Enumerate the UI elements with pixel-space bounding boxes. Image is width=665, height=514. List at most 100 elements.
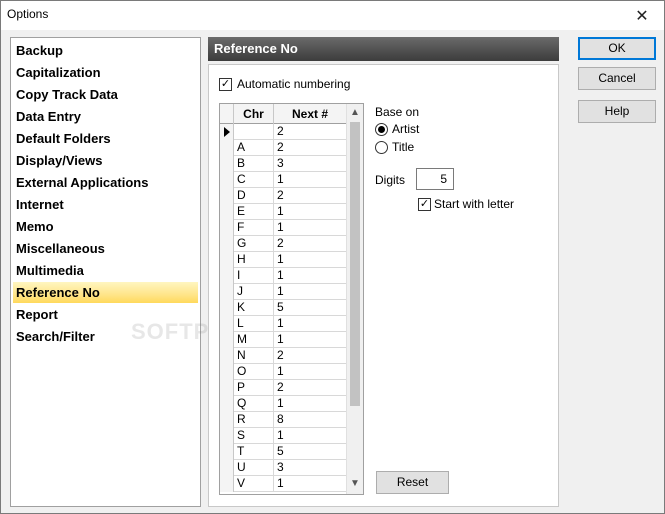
cell-chr[interactable]: L <box>234 316 274 332</box>
row-indicator[interactable] <box>220 380 234 396</box>
scroll-down-icon[interactable]: ▼ <box>347 476 363 492</box>
scroll-thumb[interactable] <box>350 122 360 406</box>
table-row[interactable]: B3 <box>220 156 347 172</box>
cell-next[interactable]: 2 <box>274 140 347 156</box>
cell-next[interactable]: 1 <box>274 428 347 444</box>
table-row[interactable]: D2 <box>220 188 347 204</box>
radio-title[interactable] <box>375 141 388 154</box>
cell-chr[interactable]: T <box>234 444 274 460</box>
category-item[interactable]: Backup <box>13 40 198 61</box>
cell-chr[interactable]: D <box>234 188 274 204</box>
help-button[interactable]: Help <box>578 100 656 123</box>
cell-chr[interactable]: M <box>234 332 274 348</box>
ok-button[interactable]: OK <box>578 37 656 60</box>
cell-chr[interactable]: S <box>234 428 274 444</box>
cell-chr[interactable]: N <box>234 348 274 364</box>
cell-next[interactable]: 3 <box>274 156 347 172</box>
row-indicator[interactable] <box>220 348 234 364</box>
table-row[interactable]: E1 <box>220 204 347 220</box>
table-row[interactable]: G2 <box>220 236 347 252</box>
row-indicator[interactable] <box>220 476 234 492</box>
auto-numbering-checkbox[interactable]: ✓ <box>219 78 232 91</box>
row-indicator[interactable] <box>220 396 234 412</box>
cell-next[interactable]: 1 <box>274 220 347 236</box>
row-indicator[interactable] <box>220 156 234 172</box>
category-item[interactable]: Capitalization <box>13 62 198 83</box>
grid-header-chr[interactable]: Chr <box>234 104 274 124</box>
auto-numbering-label[interactable]: Automatic numbering <box>237 77 350 91</box>
cell-next[interactable]: 1 <box>274 476 347 492</box>
table-row[interactable]: L1 <box>220 316 347 332</box>
cell-chr[interactable]: R <box>234 412 274 428</box>
cell-chr[interactable]: F <box>234 220 274 236</box>
cell-next[interactable]: 1 <box>274 284 347 300</box>
cell-next[interactable]: 1 <box>274 204 347 220</box>
radio-artist-label[interactable]: Artist <box>392 122 419 136</box>
table-row[interactable]: V1 <box>220 476 347 492</box>
reset-button[interactable]: Reset <box>376 471 449 494</box>
table-row[interactable]: N2 <box>220 348 347 364</box>
row-indicator[interactable] <box>220 220 234 236</box>
table-row[interactable]: O1 <box>220 364 347 380</box>
cell-next[interactable]: 1 <box>274 172 347 188</box>
cell-chr[interactable]: J <box>234 284 274 300</box>
category-item[interactable]: Display/Views <box>13 150 198 171</box>
cancel-button[interactable]: Cancel <box>578 67 656 90</box>
category-item[interactable]: Internet <box>13 194 198 215</box>
cell-next[interactable]: 5 <box>274 444 347 460</box>
cell-chr[interactable]: V <box>234 476 274 492</box>
cell-chr[interactable]: U <box>234 460 274 476</box>
row-indicator[interactable] <box>220 252 234 268</box>
cell-chr[interactable]: H <box>234 252 274 268</box>
radio-title-label[interactable]: Title <box>392 140 414 154</box>
cell-next[interactable]: 2 <box>274 236 347 252</box>
category-item[interactable]: Default Folders <box>13 128 198 149</box>
row-indicator[interactable] <box>220 204 234 220</box>
row-indicator[interactable] <box>220 140 234 156</box>
row-indicator[interactable] <box>220 236 234 252</box>
table-row[interactable]: C1 <box>220 172 347 188</box>
category-item[interactable]: Reference No <box>13 282 198 303</box>
category-item[interactable]: Memo <box>13 216 198 237</box>
row-indicator[interactable] <box>220 124 234 140</box>
table-row[interactable]: Q1 <box>220 396 347 412</box>
cell-next[interactable]: 2 <box>274 380 347 396</box>
table-row[interactable]: I1 <box>220 268 347 284</box>
grid-scrollbar[interactable]: ▲ ▼ <box>346 104 363 494</box>
table-row[interactable]: H1 <box>220 252 347 268</box>
cell-chr[interactable]: K <box>234 300 274 316</box>
row-indicator[interactable] <box>220 300 234 316</box>
cell-next[interactable]: 8 <box>274 412 347 428</box>
start-with-letter-label[interactable]: Start with letter <box>434 197 514 211</box>
row-indicator[interactable] <box>220 364 234 380</box>
cell-next[interactable]: 3 <box>274 460 347 476</box>
radio-artist[interactable] <box>375 123 388 136</box>
category-item[interactable]: External Applications <box>13 172 198 193</box>
table-row[interactable]: K5 <box>220 300 347 316</box>
table-row[interactable]: M1 <box>220 332 347 348</box>
row-indicator[interactable] <box>220 268 234 284</box>
table-row[interactable]: 2 <box>220 124 347 140</box>
row-indicator[interactable] <box>220 188 234 204</box>
cell-chr[interactable]: I <box>234 268 274 284</box>
category-item[interactable]: Search/Filter <box>13 326 198 347</box>
category-item[interactable]: Miscellaneous <box>13 238 198 259</box>
cell-next[interactable]: 2 <box>274 124 347 140</box>
row-indicator[interactable] <box>220 172 234 188</box>
category-item[interactable]: Report <box>13 304 198 325</box>
cell-next[interactable]: 1 <box>274 268 347 284</box>
cell-next[interactable]: 2 <box>274 188 347 204</box>
reference-grid[interactable]: Chr Next # 2A2B3C1D2E1F1G2H1I1J1K5L1M1N2… <box>219 103 364 495</box>
category-list[interactable]: SOFTPEDIA Backup Capitalization Copy Track… <box>10 37 265 507</box>
table-row[interactable]: S1 <box>220 428 347 444</box>
cell-chr[interactable]: G <box>234 236 274 252</box>
cell-chr[interactable] <box>234 124 274 140</box>
category-item[interactable]: Data Entry <box>13 106 198 127</box>
grid-header-next[interactable]: Next # <box>274 104 347 124</box>
cell-next[interactable]: 1 <box>274 252 347 268</box>
category-item[interactable]: Multimedia <box>13 260 198 281</box>
cell-chr[interactable]: A <box>234 140 274 156</box>
table-row[interactable]: F1 <box>220 220 347 236</box>
cell-next[interactable]: 2 <box>274 348 347 364</box>
row-indicator[interactable] <box>220 428 234 444</box>
